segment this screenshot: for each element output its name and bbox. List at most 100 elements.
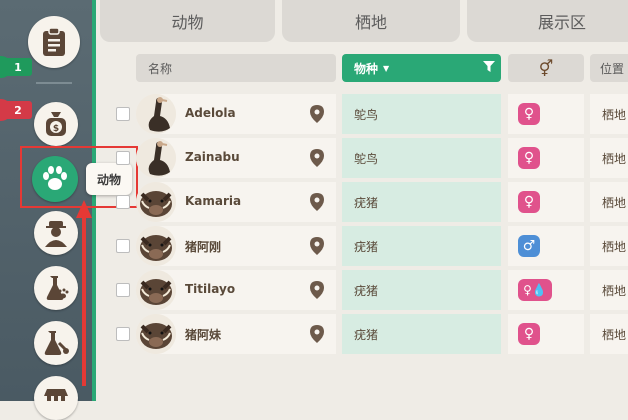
female-icon: ♀ — [518, 103, 540, 125]
tab-label: 栖地 — [354, 13, 387, 32]
shop-icon — [44, 389, 68, 401]
name-cell: Zainabu — [136, 138, 336, 178]
table-row[interactable]: Titilayo 疣猪 ♀💧 栖地 — [112, 270, 628, 310]
table-row[interactable]: Kamaria 疣猪 ♀ 栖地 — [112, 182, 628, 222]
tab-exhibits[interactable]: 展示区 — [467, 0, 628, 42]
location-label: 栖地 — [602, 107, 627, 122]
name-cell: 猪阿妹 — [136, 314, 336, 354]
gender-cell: ♀ — [508, 314, 584, 354]
location-label: 栖地 — [602, 195, 627, 210]
tab-label: 动物 — [171, 13, 204, 32]
sort-down-icon: ▼ — [383, 63, 390, 73]
column-header-gender[interactable]: ⚥ — [508, 54, 584, 82]
flask-paw-icon — [46, 276, 69, 300]
tab-animals[interactable]: 动物 — [100, 0, 275, 42]
warthog-avatar — [136, 270, 176, 310]
species-cell: 疣猪 — [342, 270, 501, 310]
warthog-avatar — [136, 182, 176, 222]
table-row[interactable]: Zainabu 鸵鸟 ♀ 栖地 — [112, 138, 628, 178]
gender-cell: ♀ — [508, 138, 584, 178]
location-pin-icon[interactable] — [310, 237, 324, 255]
gender-cell: ♀ — [508, 94, 584, 134]
location-pin-icon[interactable] — [310, 281, 324, 299]
warthog-avatar — [136, 314, 176, 354]
notification-badge-1[interactable]: 1 — [0, 56, 32, 78]
location-label: 栖地 — [602, 151, 627, 166]
location-cell: 栖地 — [590, 314, 628, 354]
gender-cell: ♀💧 — [508, 270, 584, 310]
column-header-name[interactable]: 名称 — [136, 54, 336, 82]
finance-button[interactable]: $ — [34, 102, 78, 146]
location-label: 栖地 — [602, 327, 627, 342]
name-cell: Titilayo — [136, 270, 336, 310]
row-checkbox[interactable] — [116, 239, 130, 253]
research-button[interactable] — [34, 266, 78, 310]
species-label: 鸵鸟 — [354, 151, 379, 166]
location-label: 栖地 — [602, 283, 627, 298]
animal-name: Adelola — [185, 106, 236, 120]
ostrich-avatar — [136, 94, 176, 134]
column-header-location[interactable]: 位置 — [590, 54, 628, 82]
species-cell: 疣猪 — [342, 226, 501, 266]
name-cell: Kamaria — [136, 182, 336, 222]
badge-count: 1 — [14, 60, 22, 74]
header-label: 物种 — [354, 61, 379, 76]
animal-name: Zainabu — [185, 150, 240, 164]
notification-badge-2[interactable]: 2 — [0, 99, 32, 121]
female-pregnant-icon: ♀💧 — [518, 279, 552, 301]
header-label: 位置 — [600, 61, 625, 76]
table-row[interactable]: 猪阿妹 疣猪 ♀ 栖地 — [112, 314, 628, 354]
ostrich-avatar — [136, 138, 176, 178]
table-row[interactable]: Adelola 鸵鸟 ♀ 栖地 — [112, 94, 628, 134]
column-header-species[interactable]: 物种 ▼ — [342, 54, 501, 82]
location-pin-icon[interactable] — [310, 193, 324, 211]
location-cell: 栖地 — [590, 226, 628, 266]
row-checkbox[interactable] — [116, 151, 130, 165]
location-label: 栖地 — [602, 239, 627, 254]
row-checkbox[interactable] — [116, 283, 130, 297]
male-icon: ♂ — [518, 235, 540, 257]
table-row[interactable]: 猪阿刚 疣猪 ♂ 栖地 — [112, 226, 628, 266]
species-cell: 疣猪 — [342, 314, 501, 354]
warthog-avatar — [136, 226, 176, 266]
gender-cell: ♀ — [508, 182, 584, 222]
species-cell: 鸵鸟 — [342, 94, 501, 134]
row-checkbox[interactable] — [116, 327, 130, 341]
name-cell: 猪阿刚 — [136, 226, 336, 266]
staff-icon — [45, 221, 67, 247]
badge-count: 2 — [14, 103, 22, 117]
red-arrow-icon — [76, 200, 92, 386]
gender-cell: ♂ — [508, 226, 584, 266]
svg-text:$: $ — [53, 124, 59, 134]
location-pin-icon[interactable] — [310, 325, 324, 343]
shop-button[interactable] — [34, 376, 78, 420]
flask-wrench-icon — [44, 331, 69, 355]
female-icon: ♀ — [518, 147, 540, 169]
maintenance-button[interactable] — [34, 321, 78, 365]
staff-button[interactable] — [34, 211, 78, 255]
row-checkbox[interactable] — [116, 107, 130, 121]
clipboard-icon — [43, 27, 65, 56]
gender-icon: ⚥ — [538, 58, 554, 78]
location-cell: 栖地 — [590, 138, 628, 178]
money-bag-icon: $ — [46, 112, 66, 136]
species-label: 疣猪 — [354, 327, 379, 342]
location-cell: 栖地 — [590, 182, 628, 222]
location-pin-icon[interactable] — [310, 105, 324, 123]
name-cell: Adelola — [136, 94, 336, 134]
species-cell: 鸵鸟 — [342, 138, 501, 178]
filter-icon[interactable] — [483, 61, 495, 73]
animal-name: 猪阿刚 — [185, 240, 222, 254]
tab-habitats[interactable]: 栖地 — [282, 0, 460, 42]
female-icon: ♀ — [518, 323, 540, 345]
species-label: 疣猪 — [354, 239, 379, 254]
location-pin-icon[interactable] — [310, 149, 324, 167]
animal-name: Titilayo — [185, 282, 236, 296]
row-checkbox[interactable] — [116, 195, 130, 209]
species-cell: 疣猪 — [342, 182, 501, 222]
female-icon: ♀ — [518, 191, 540, 213]
species-label: 疣猪 — [354, 283, 379, 298]
animal-name: 猪阿妹 — [185, 328, 222, 342]
sidebar-divider — [36, 82, 72, 84]
clipboard-button[interactable] — [28, 16, 80, 68]
